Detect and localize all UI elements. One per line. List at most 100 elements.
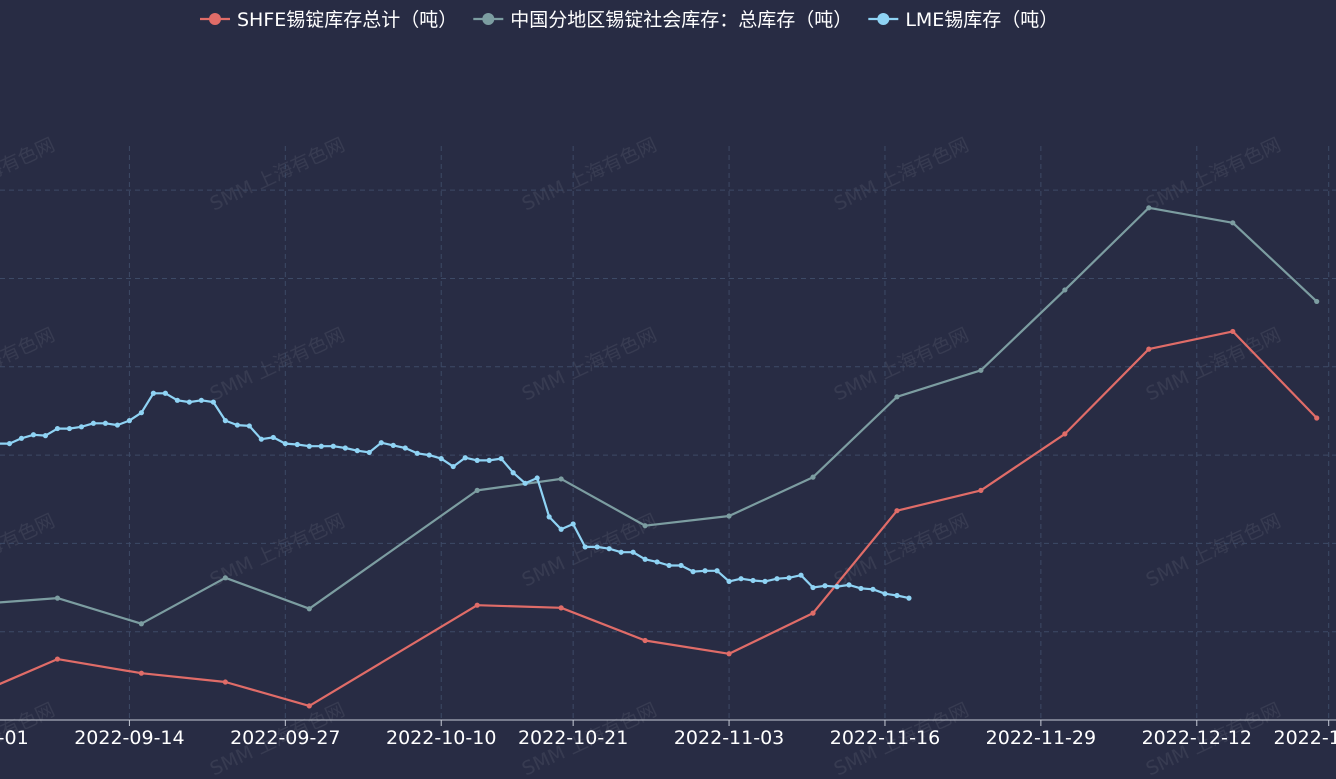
series-point[interactable]: [906, 595, 912, 601]
series-point[interactable]: [786, 575, 792, 581]
series-point[interactable]: [210, 399, 216, 405]
series-point[interactable]: [438, 456, 444, 462]
series-point[interactable]: [234, 422, 240, 428]
series-point[interactable]: [54, 425, 61, 432]
series-point[interactable]: [66, 425, 73, 432]
series-point[interactable]: [558, 605, 564, 611]
series-point[interactable]: [810, 584, 816, 591]
series-point[interactable]: [126, 418, 133, 424]
series-point[interactable]: [426, 452, 432, 458]
series-point[interactable]: [978, 487, 984, 493]
legend-item-0[interactable]: SHFE锡锭库存总计（吨）: [200, 9, 457, 31]
series-point[interactable]: [1062, 431, 1068, 437]
series-point[interactable]: [894, 592, 900, 599]
series-point[interactable]: [222, 418, 228, 424]
series-point[interactable]: [1062, 287, 1068, 293]
series-point[interactable]: [750, 577, 756, 584]
series-point[interactable]: [18, 435, 25, 441]
series-point[interactable]: [1146, 205, 1152, 211]
series-point[interactable]: [1230, 220, 1236, 226]
series-point[interactable]: [102, 420, 109, 426]
series-point[interactable]: [606, 546, 612, 552]
series-point[interactable]: [762, 578, 768, 584]
series-point[interactable]: [642, 556, 648, 562]
series-point[interactable]: [114, 422, 121, 428]
series-point[interactable]: [1230, 328, 1236, 335]
series-point[interactable]: [174, 397, 180, 403]
series-point[interactable]: [318, 443, 324, 449]
series-point[interactable]: [486, 457, 492, 463]
series-point[interactable]: [390, 442, 396, 448]
series-point[interactable]: [738, 576, 744, 582]
series-point[interactable]: [798, 572, 804, 578]
series-point[interactable]: [270, 434, 276, 441]
series-point[interactable]: [306, 703, 312, 709]
series-point[interactable]: [534, 475, 540, 481]
series-point[interactable]: [6, 440, 13, 447]
series-point[interactable]: [306, 443, 312, 449]
series-point[interactable]: [630, 549, 636, 555]
series-point[interactable]: [414, 450, 420, 456]
series-point[interactable]: [258, 436, 264, 442]
series-point[interactable]: [642, 523, 648, 529]
series-point[interactable]: [402, 445, 408, 451]
series-point[interactable]: [30, 432, 37, 438]
series-point[interactable]: [474, 457, 480, 463]
series-point[interactable]: [558, 476, 564, 482]
series-point[interactable]: [822, 583, 828, 589]
series-point[interactable]: [702, 568, 708, 574]
series-point[interactable]: [366, 449, 372, 456]
series-point[interactable]: [666, 562, 672, 569]
legend[interactable]: SHFE锡锭库存总计（吨） 中国分地区锡锭社会库存：总库存（吨） LME锡库存（吨）: [200, 9, 1058, 31]
series-point[interactable]: [186, 399, 192, 405]
legend-item-2[interactable]: LME锡库存（吨）: [868, 9, 1058, 31]
series-point[interactable]: [810, 474, 816, 480]
series-point[interactable]: [222, 679, 228, 685]
series-point[interactable]: [150, 390, 156, 396]
series-point[interactable]: [78, 424, 85, 430]
series-point[interactable]: [282, 440, 288, 447]
series-point[interactable]: [90, 420, 97, 426]
series-point[interactable]: [594, 544, 600, 550]
series-point[interactable]: [618, 549, 624, 555]
series-point[interactable]: [1314, 298, 1320, 305]
series-point[interactable]: [246, 423, 252, 429]
series-point[interactable]: [582, 544, 588, 550]
series-point[interactable]: [678, 562, 684, 569]
series-point[interactable]: [522, 480, 528, 486]
series-point[interactable]: [498, 456, 504, 462]
series-point[interactable]: [894, 508, 900, 514]
series-point[interactable]: [846, 582, 852, 588]
series-point[interactable]: [1146, 346, 1152, 352]
series-point[interactable]: [882, 591, 888, 597]
series-point[interactable]: [726, 651, 732, 657]
series-point[interactable]: [690, 569, 696, 575]
series-point[interactable]: [306, 606, 312, 612]
series-point[interactable]: [810, 610, 816, 616]
series-point[interactable]: [162, 390, 168, 396]
series-point[interactable]: [474, 487, 480, 493]
series-point[interactable]: [834, 584, 840, 590]
series-point[interactable]: [714, 568, 720, 574]
series-point[interactable]: [330, 443, 336, 449]
series-point[interactable]: [138, 670, 145, 676]
series-point[interactable]: [654, 559, 660, 565]
series-point[interactable]: [858, 585, 864, 592]
series-point[interactable]: [774, 576, 780, 582]
series-point[interactable]: [342, 445, 348, 451]
series-point[interactable]: [978, 367, 984, 373]
series-point[interactable]: [222, 575, 228, 581]
series-point[interactable]: [354, 448, 360, 454]
series-point[interactable]: [570, 521, 576, 527]
series-point[interactable]: [138, 410, 145, 416]
series-point[interactable]: [726, 513, 732, 519]
series-point[interactable]: [642, 637, 648, 644]
series-point[interactable]: [1314, 415, 1320, 421]
series-point[interactable]: [42, 433, 49, 439]
series-point[interactable]: [294, 441, 300, 448]
legend-item-1[interactable]: 中国分地区锡锭社会库存：总库存（吨）: [473, 9, 852, 31]
series-point[interactable]: [138, 621, 145, 627]
series-point[interactable]: [54, 595, 61, 601]
series-point[interactable]: [450, 463, 456, 470]
series-point[interactable]: [558, 526, 564, 532]
